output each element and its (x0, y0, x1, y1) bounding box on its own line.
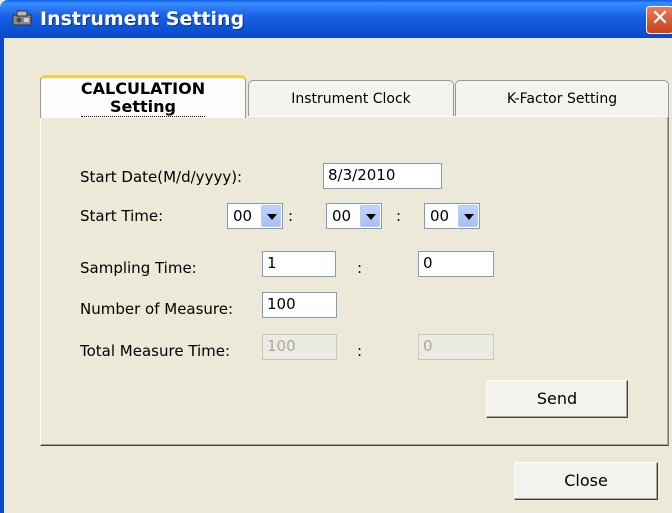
number-of-measure-field[interactable]: 100 (262, 292, 337, 318)
start-time-label: Start Time: (80, 207, 164, 225)
time-separator: : (288, 207, 294, 225)
window-border (0, 38, 4, 513)
instrument-icon (12, 10, 34, 28)
number-of-measure-label: Number of Measure: (80, 300, 234, 318)
time-separator: : (357, 342, 363, 360)
sampling-time-label: Sampling Time: (80, 259, 197, 277)
total-measure-time-label: Total Measure Time: (80, 342, 231, 360)
start-time-minute-select[interactable]: 00 (326, 203, 382, 229)
close-button[interactable]: Close (514, 462, 658, 500)
minute-value: 00 (332, 207, 352, 225)
time-separator: : (357, 259, 363, 277)
tab-k-factor-setting[interactable]: K-Factor Setting (455, 80, 669, 117)
total-measure-time-b-field: 0 (418, 334, 494, 360)
title-bar[interactable]: Instrument Setting ✕ (0, 0, 672, 38)
start-time-hour-select[interactable]: 00 (227, 203, 283, 229)
send-button[interactable]: Send (486, 380, 628, 418)
tab-instrument-clock[interactable]: Instrument Clock (248, 80, 454, 117)
time-separator: : (396, 207, 402, 225)
sampling-time-a-field[interactable]: 1 (262, 251, 336, 277)
tab-label: CALCULATION Setting (80, 79, 206, 117)
second-value: 00 (430, 207, 450, 225)
start-date-label: Start Date(M/d/yyyy): (80, 168, 243, 186)
chevron-down-icon[interactable] (458, 205, 478, 227)
sampling-time-b-field[interactable]: 0 (418, 251, 494, 277)
hour-value: 00 (233, 207, 253, 225)
window-title: Instrument Setting (40, 8, 245, 30)
start-date-field[interactable]: 8/3/2010 (323, 163, 442, 189)
window-close-button[interactable]: ✕ (646, 6, 672, 34)
chevron-down-icon[interactable] (360, 205, 380, 227)
total-measure-time-a-field: 100 (262, 334, 337, 360)
start-time-second-select[interactable]: 00 (424, 203, 480, 229)
chevron-down-icon[interactable] (261, 205, 281, 227)
tab-calculation-setting[interactable]: CALCULATION Setting (40, 75, 246, 118)
